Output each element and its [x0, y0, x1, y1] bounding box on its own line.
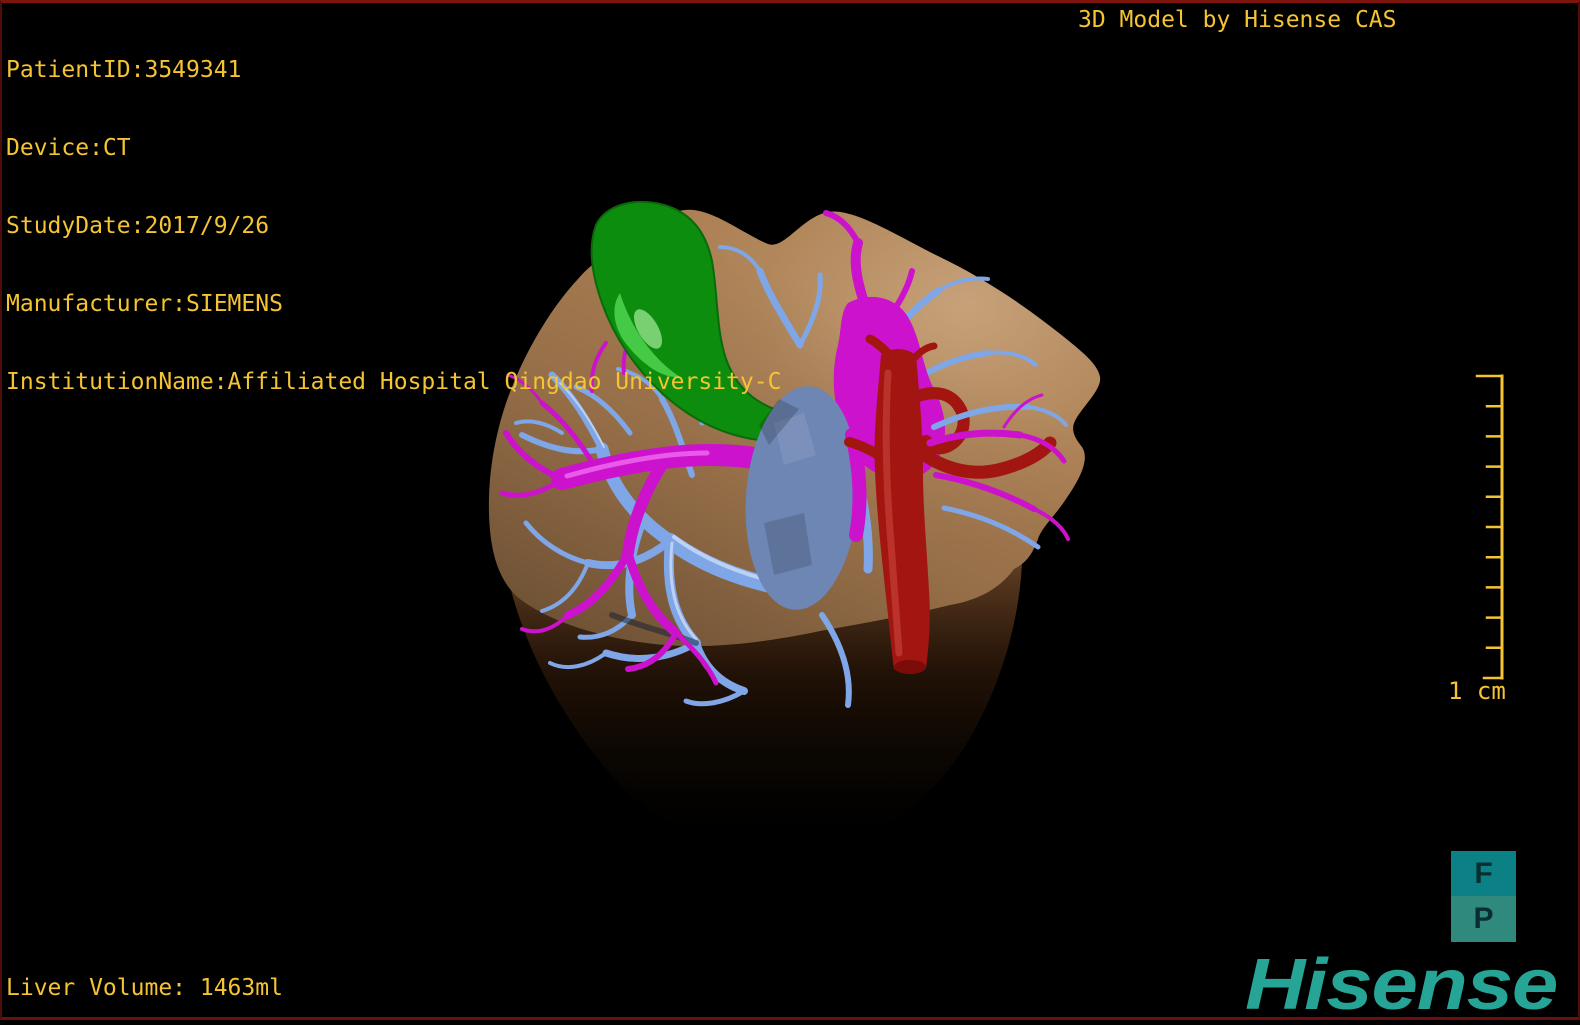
hisense-cas-3d-viewer: { "patient_info": { "lines": [ "PatientI… — [0, 0, 1580, 1025]
orientation-face-posterior: P — [1451, 896, 1516, 942]
hisense-logo: Hisense — [1245, 945, 1558, 1025]
study-date-line: StudyDate:2017/9/26 — [6, 213, 270, 239]
patient-info-block: PatientID:3549341 Device:CT StudyDate:20… — [6, 5, 781, 421]
patient-id-line: PatientID:3549341 — [6, 57, 242, 83]
orientation-cube[interactable]: F P — [1451, 851, 1516, 942]
device-line: Device:CT — [6, 135, 131, 161]
scale-bar-label: 1 cm — [1448, 677, 1506, 705]
orientation-face-front: F — [1451, 851, 1516, 896]
aorta-bottom-cap — [894, 660, 926, 674]
institution-line: InstitutionName:Affiliated Hospital Qing… — [6, 369, 782, 395]
liver-volume-label: Liver Volume: 1463ml — [6, 975, 283, 1001]
manufacturer-line: Manufacturer:SIEMENS — [6, 291, 283, 317]
watermark-text: 3D Model by Hisense CAS — [1078, 7, 1397, 33]
scale-bar — [1475, 374, 1504, 680]
